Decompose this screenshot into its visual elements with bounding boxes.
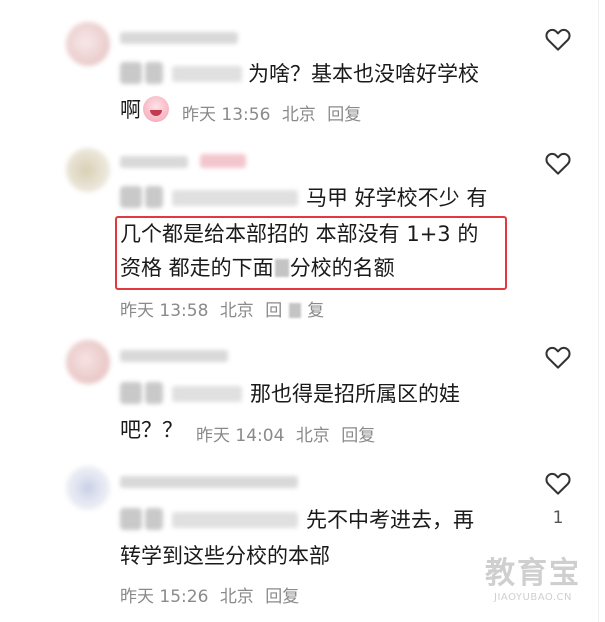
- comment-meta: 昨天 13:58 北京 回复: [120, 296, 330, 321]
- comment-meta: 昨天 13:56 北京 回复: [182, 100, 367, 125]
- laughing-emoji-icon: [143, 96, 169, 122]
- right-edge-divider: [598, 0, 599, 622]
- comment-location: 北京: [219, 301, 254, 321]
- user-avatar[interactable]: [66, 340, 110, 384]
- reply-target-name: [172, 66, 242, 82]
- comment-text: 几个都是给本部招的 本部没有 1+3 的: [120, 222, 479, 246]
- user-avatar[interactable]: [66, 466, 110, 510]
- reply-avatar: [120, 186, 142, 208]
- comment-text: 啊: [120, 92, 169, 128]
- watermark-logo-text: 教育宝: [485, 556, 581, 591]
- username[interactable]: [120, 156, 188, 168]
- comment-text-line: 分校的名额: [289, 256, 395, 280]
- reply-avatar: [120, 508, 142, 530]
- reply-button[interactable]: 回复: [265, 301, 330, 321]
- like-count: 1: [552, 508, 564, 528]
- comment-location: 北京: [295, 426, 330, 446]
- comment-text: 那也得是招所属区的娃: [250, 382, 460, 406]
- comment-text: 先不中考进去，再: [306, 508, 474, 532]
- site-watermark: 教育宝 JIAOYUBAO.CN: [478, 548, 588, 603]
- username[interactable]: [120, 350, 228, 362]
- comment-meta: 昨天 15:26 北京 回复: [120, 582, 305, 607]
- comment-location: 北京: [219, 587, 254, 607]
- comment-text-line: 资格 都走的下面: [120, 256, 274, 280]
- reply-avatar: [145, 508, 163, 530]
- reply-avatar: [145, 186, 163, 208]
- like-heart-icon[interactable]: [543, 24, 573, 54]
- redacted-mark: [289, 303, 302, 318]
- comment-text-line: 啊: [120, 98, 141, 122]
- reply-button[interactable]: 回复: [265, 587, 299, 607]
- reply-avatar: [145, 62, 163, 84]
- comment-time: 昨天 14:04: [196, 426, 285, 446]
- user-tag: [200, 154, 246, 168]
- comment-text: 马甲 好学校不少 有: [306, 186, 488, 210]
- reply-label-part: 回: [265, 301, 283, 321]
- reply-button[interactable]: 回复: [341, 426, 375, 446]
- comment-text: 资格 都走的下面 分校的名额: [120, 250, 395, 286]
- user-avatar[interactable]: [66, 148, 110, 192]
- like-heart-icon[interactable]: [543, 342, 573, 372]
- watermark-domain: JIAOYUBAO.CN: [494, 592, 572, 603]
- like-heart-icon[interactable]: [543, 148, 573, 178]
- reply-target-name: [172, 386, 242, 402]
- reply-avatar: [120, 382, 142, 404]
- comment-time: 昨天 15:26: [120, 587, 209, 607]
- reply-label-part: 复: [307, 301, 325, 321]
- like-heart-icon[interactable]: [543, 468, 573, 498]
- redacted-mark: [274, 259, 289, 277]
- comment-meta: 昨天 14:04 北京 回复: [196, 421, 381, 446]
- username[interactable]: [120, 476, 298, 488]
- comment-text: 吧？？: [120, 418, 183, 442]
- user-avatar[interactable]: [66, 22, 110, 66]
- comment-location: 北京: [281, 105, 316, 125]
- reply-avatar: [145, 382, 163, 404]
- reply-target-name: [172, 190, 298, 206]
- username[interactable]: [120, 32, 238, 44]
- comment-time: 昨天 13:58: [120, 301, 209, 321]
- reply-avatar: [120, 62, 142, 84]
- comment-text: 转学到这些分校的本部: [120, 544, 330, 568]
- reply-target-name: [172, 512, 298, 528]
- comment-time: 昨天 13:56: [182, 105, 271, 125]
- comment-text: 为啥？基本也没啥好学校: [248, 62, 479, 86]
- reply-button[interactable]: 回复: [327, 105, 361, 125]
